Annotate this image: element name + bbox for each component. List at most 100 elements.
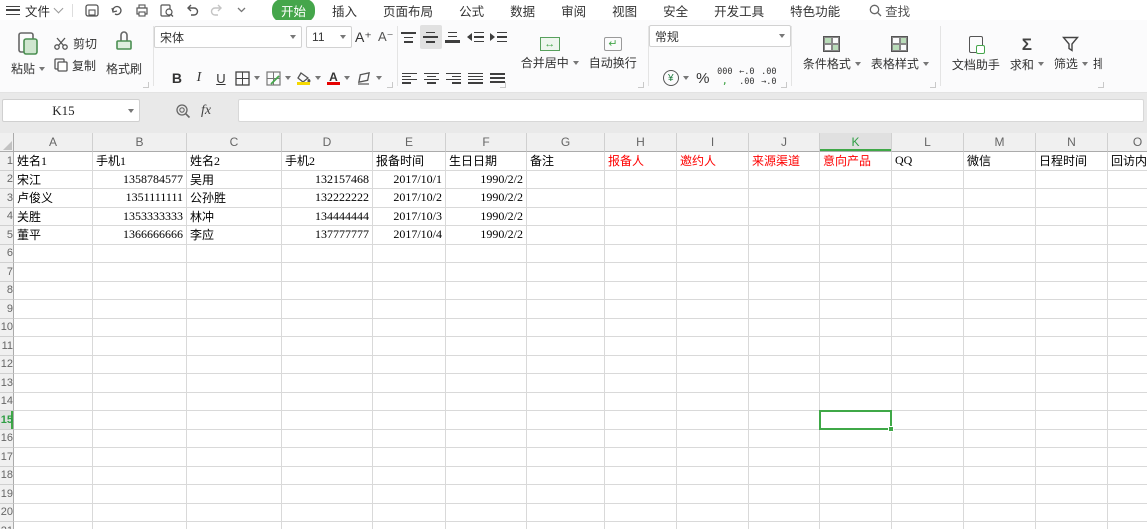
cell-E6[interactable] <box>373 245 446 264</box>
col-header-E[interactable]: E <box>373 133 446 152</box>
cell-B12[interactable] <box>93 356 187 375</box>
row-header-10[interactable]: 10 <box>0 319 14 338</box>
cell-J12[interactable] <box>749 356 820 375</box>
cell-N9[interactable] <box>1036 300 1108 319</box>
cell-N8[interactable] <box>1036 282 1108 301</box>
cell-J17[interactable] <box>749 448 820 467</box>
merge-center-button[interactable]: ↔ 合并居中 <box>516 35 584 73</box>
cell-M19[interactable] <box>964 485 1036 504</box>
cell-L11[interactable] <box>892 337 964 356</box>
cell-C3[interactable]: 公孙胜 <box>187 189 282 208</box>
cell-A15[interactable] <box>14 411 93 430</box>
cell-A19[interactable] <box>14 485 93 504</box>
cell-I9[interactable] <box>677 300 749 319</box>
cell-C7[interactable] <box>187 263 282 282</box>
cell-K13[interactable] <box>820 374 892 393</box>
cell-H12[interactable] <box>605 356 677 375</box>
cell-G21[interactable] <box>527 522 605 529</box>
cell-J14[interactable] <box>749 393 820 412</box>
cell-M14[interactable] <box>964 393 1036 412</box>
cell-C16[interactable] <box>187 430 282 449</box>
paste-dropdown-icon[interactable] <box>39 67 45 71</box>
cell-H21[interactable] <box>605 522 677 529</box>
cell-M20[interactable] <box>964 504 1036 523</box>
cell-M12[interactable] <box>964 356 1036 375</box>
cell-I16[interactable] <box>677 430 749 449</box>
cell-K7[interactable] <box>820 263 892 282</box>
cell-C5[interactable]: 李应 <box>187 226 282 245</box>
cell-A17[interactable] <box>14 448 93 467</box>
cell-A20[interactable] <box>14 504 93 523</box>
cell-K10[interactable] <box>820 319 892 338</box>
cell-J18[interactable] <box>749 467 820 486</box>
cell-D15[interactable] <box>282 411 373 430</box>
cell-L4[interactable] <box>892 208 964 227</box>
cell-H10[interactable] <box>605 319 677 338</box>
cell-K12[interactable] <box>820 356 892 375</box>
cell-F15[interactable] <box>446 411 527 430</box>
menu-tab-3[interactable]: 页面布局 <box>374 0 442 22</box>
cell-D11[interactable] <box>282 337 373 356</box>
font-color-button[interactable]: A <box>324 66 353 90</box>
cell-M9[interactable] <box>964 300 1036 319</box>
row-header-5[interactable]: 5 <box>0 226 14 245</box>
cell-H19[interactable] <box>605 485 677 504</box>
cell-N21[interactable] <box>1036 522 1108 529</box>
col-header-D[interactable]: D <box>282 133 373 152</box>
cell-D3[interactable]: 132222222 <box>282 189 373 208</box>
col-header-G[interactable]: G <box>527 133 605 152</box>
col-header-J[interactable]: J <box>749 133 820 152</box>
conditional-format-button[interactable]: 条件格式 <box>798 34 866 74</box>
cell-C19[interactable] <box>187 485 282 504</box>
cell-A3[interactable]: 卢俊义 <box>14 189 93 208</box>
cell-B15[interactable] <box>93 411 187 430</box>
menu-tab-9[interactable]: 开发工具 <box>705 0 773 22</box>
cell-N10[interactable] <box>1036 319 1108 338</box>
cell-N2[interactable] <box>1036 171 1108 190</box>
cell-E8[interactable] <box>373 282 446 301</box>
row-header-17[interactable]: 17 <box>0 448 14 467</box>
cell-D16[interactable] <box>282 430 373 449</box>
cell-J11[interactable] <box>749 337 820 356</box>
cell-I10[interactable] <box>677 319 749 338</box>
cell-N7[interactable] <box>1036 263 1108 282</box>
cell-A16[interactable] <box>14 430 93 449</box>
menu-tab-2[interactable]: 插入 <box>323 0 366 22</box>
cell-N5[interactable] <box>1036 226 1108 245</box>
cell-B11[interactable] <box>93 337 187 356</box>
paste-button[interactable]: 粘贴 <box>6 29 50 79</box>
cell-L3[interactable] <box>892 189 964 208</box>
row-header-7[interactable]: 7 <box>0 263 14 282</box>
cell-F20[interactable] <box>446 504 527 523</box>
cell-B1[interactable]: 手机1 <box>93 152 187 171</box>
fx-button[interactable]: fx <box>201 103 211 119</box>
cell-G12[interactable] <box>527 356 605 375</box>
cell-H15[interactable] <box>605 411 677 430</box>
cell-D21[interactable] <box>282 522 373 529</box>
cell-G4[interactable] <box>527 208 605 227</box>
row-header-11[interactable]: 11 <box>0 337 14 356</box>
cell-M18[interactable] <box>964 467 1036 486</box>
cell-K14[interactable] <box>820 393 892 412</box>
cell-L2[interactable] <box>892 171 964 190</box>
cell-I5[interactable] <box>677 226 749 245</box>
cell-M13[interactable] <box>964 374 1036 393</box>
cell-J8[interactable] <box>749 282 820 301</box>
cell-F16[interactable] <box>446 430 527 449</box>
row-header-21[interactable]: 21 <box>0 522 14 529</box>
cell-A9[interactable] <box>14 300 93 319</box>
cell-G18[interactable] <box>527 467 605 486</box>
row-header-2[interactable]: 2 <box>0 171 14 190</box>
cell-H6[interactable] <box>605 245 677 264</box>
cell-G16[interactable] <box>527 430 605 449</box>
cell-L20[interactable] <box>892 504 964 523</box>
col-header-B[interactable]: B <box>93 133 187 152</box>
menu-tab-6[interactable]: 审阅 <box>552 0 595 22</box>
cell-K11[interactable] <box>820 337 892 356</box>
increase-decimal-button[interactable]: ←.0.00 <box>736 66 758 90</box>
menu-tab-7[interactable]: 视图 <box>603 0 646 22</box>
cell-O19[interactable] <box>1108 485 1147 504</box>
cell-D8[interactable] <box>282 282 373 301</box>
row-header-19[interactable]: 19 <box>0 485 14 504</box>
cell-H11[interactable] <box>605 337 677 356</box>
